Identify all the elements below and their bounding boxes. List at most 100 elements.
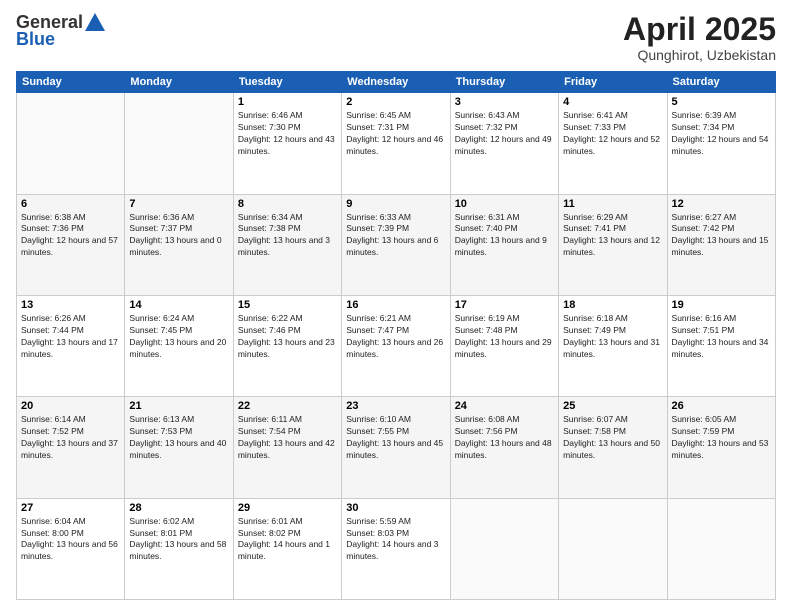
day-header-wednesday: Wednesday xyxy=(342,72,450,93)
day-info: Sunrise: 5:59 AMSunset: 8:03 PMDaylight:… xyxy=(346,516,445,564)
page: General Blue April 2025 Qunghirot, Uzbek… xyxy=(0,0,792,612)
day-header-tuesday: Tuesday xyxy=(233,72,341,93)
calendar-day-18: 18 Sunrise: 6:18 AMSunset: 7:49 PMDayligh… xyxy=(559,295,667,396)
day-number: 19 xyxy=(672,299,771,311)
calendar-day-15: 15Sunrise: 6:22 AMSunset: 7:46 PMDayligh… xyxy=(233,295,341,396)
calendar-empty-cell xyxy=(125,93,233,194)
day-info: Sunrise: 6:43 AMSunset: 7:32 PMDaylight:… xyxy=(455,110,554,158)
day-info: Sunrise: 6:21 AMSunset: 7:47 PMDaylight:… xyxy=(346,313,445,361)
day-info: Sunrise: 6:31 AMSunset: 7:40 PMDaylight:… xyxy=(455,212,554,260)
day-info: Sunrise: 6:45 AMSunset: 7:31 PMDaylight:… xyxy=(346,110,445,158)
day-info: Sunrise: 6:29 AMSunset: 7:41 PMDaylight:… xyxy=(563,212,662,260)
calendar-day-17: 17Sunrise: 6:19 AMSunset: 7:48 PMDayligh… xyxy=(450,295,558,396)
calendar-day-30: 30 Sunrise: 5:59 AMSunset: 8:03 PMDayligh… xyxy=(342,498,450,599)
calendar-day-6: 6 Sunrise: 6:38 AMSunset: 7:36 PMDaylight… xyxy=(17,194,125,295)
day-header-sunday: Sunday xyxy=(17,72,125,93)
day-info: Sunrise: 6:18 AMSunset: 7:49 PMDaylight:… xyxy=(563,313,662,361)
calendar-empty-cell xyxy=(559,498,667,599)
calendar-day-20: 20 Sunrise: 6:14 AMSunset: 7:52 PMDayligh… xyxy=(17,397,125,498)
day-number: 14 xyxy=(129,299,228,311)
day-info: Sunrise: 6:38 AMSunset: 7:36 PMDaylight:… xyxy=(21,212,120,260)
day-number: 8 xyxy=(238,198,337,210)
day-info: Sunrise: 6:36 AMSunset: 7:37 PMDaylight:… xyxy=(129,212,228,260)
calendar-week-row: 13 Sunrise: 6:26 AMSunset: 7:44 PMDayligh… xyxy=(17,295,776,396)
calendar-empty-cell xyxy=(450,498,558,599)
day-info: Sunrise: 6:39 AMSunset: 7:34 PMDaylight:… xyxy=(672,110,771,158)
day-number: 5 xyxy=(672,96,771,108)
day-number: 2 xyxy=(346,96,445,108)
calendar-day-12: 12 Sunrise: 6:27 AMSunset: 7:42 PMDayligh… xyxy=(667,194,775,295)
calendar-table: SundayMondayTuesdayWednesdayThursdayFrid… xyxy=(16,71,776,600)
calendar-day-13: 13 Sunrise: 6:26 AMSunset: 7:44 PMDayligh… xyxy=(17,295,125,396)
calendar-day-26: 26 Sunrise: 6:05 AMSunset: 7:59 PMDayligh… xyxy=(667,397,775,498)
day-number: 22 xyxy=(238,400,337,412)
title-block: April 2025 Qunghirot, Uzbekistan xyxy=(623,12,776,63)
month-year-title: April 2025 xyxy=(623,12,776,47)
day-info: Sunrise: 6:16 AMSunset: 7:51 PMDaylight:… xyxy=(672,313,771,361)
calendar-day-28: 28Sunrise: 6:02 AMSunset: 8:01 PMDayligh… xyxy=(125,498,233,599)
day-number: 12 xyxy=(672,198,771,210)
day-number: 4 xyxy=(563,96,662,108)
day-number: 29 xyxy=(238,502,337,514)
day-number: 11 xyxy=(563,198,662,210)
calendar-week-row: 27Sunrise: 6:04 AMSunset: 8:00 PMDayligh… xyxy=(17,498,776,599)
day-info: Sunrise: 6:46 AMSunset: 7:30 PMDaylight:… xyxy=(238,110,337,158)
day-number: 9 xyxy=(346,198,445,210)
day-number: 18 xyxy=(563,299,662,311)
calendar-day-4: 4 Sunrise: 6:41 AMSunset: 7:33 PMDaylight… xyxy=(559,93,667,194)
day-info: Sunrise: 6:13 AMSunset: 7:53 PMDaylight:… xyxy=(129,414,228,462)
calendar-week-row: 1Sunrise: 6:46 AMSunset: 7:30 PMDaylight… xyxy=(17,93,776,194)
day-number: 13 xyxy=(21,299,120,311)
day-number: 6 xyxy=(21,198,120,210)
day-info: Sunrise: 6:05 AMSunset: 7:59 PMDaylight:… xyxy=(672,414,771,462)
day-number: 10 xyxy=(455,198,554,210)
logo-icon xyxy=(85,13,105,31)
day-number: 21 xyxy=(129,400,228,412)
day-number: 25 xyxy=(563,400,662,412)
calendar-week-row: 20 Sunrise: 6:14 AMSunset: 7:52 PMDayligh… xyxy=(17,397,776,498)
calendar-day-10: 10 Sunrise: 6:31 AMSunset: 7:40 PMDayligh… xyxy=(450,194,558,295)
calendar-day-22: 22 Sunrise: 6:11 AMSunset: 7:54 PMDayligh… xyxy=(233,397,341,498)
day-number: 20 xyxy=(21,400,120,412)
day-info: Sunrise: 6:14 AMSunset: 7:52 PMDaylight:… xyxy=(21,414,120,462)
day-info: Sunrise: 6:34 AMSunset: 7:38 PMDaylight:… xyxy=(238,212,337,260)
calendar-day-23: 23Sunrise: 6:10 AMSunset: 7:55 PMDayligh… xyxy=(342,397,450,498)
calendar-empty-cell xyxy=(667,498,775,599)
day-info: Sunrise: 6:01 AMSunset: 8:02 PMDaylight:… xyxy=(238,516,337,564)
day-number: 7 xyxy=(129,198,228,210)
location-subtitle: Qunghirot, Uzbekistan xyxy=(623,47,776,63)
day-info: Sunrise: 6:07 AMSunset: 7:58 PMDaylight:… xyxy=(563,414,662,462)
calendar-day-8: 8 Sunrise: 6:34 AMSunset: 7:38 PMDaylight… xyxy=(233,194,341,295)
day-info: Sunrise: 6:41 AMSunset: 7:33 PMDaylight:… xyxy=(563,110,662,158)
day-header-saturday: Saturday xyxy=(667,72,775,93)
calendar-day-29: 29 Sunrise: 6:01 AMSunset: 8:02 PMDayligh… xyxy=(233,498,341,599)
calendar-day-11: 11 Sunrise: 6:29 AMSunset: 7:41 PMDayligh… xyxy=(559,194,667,295)
calendar-day-19: 19 Sunrise: 6:16 AMSunset: 7:51 PMDayligh… xyxy=(667,295,775,396)
calendar-day-5: 5 Sunrise: 6:39 AMSunset: 7:34 PMDaylight… xyxy=(667,93,775,194)
day-info: Sunrise: 6:08 AMSunset: 7:56 PMDaylight:… xyxy=(455,414,554,462)
calendar-day-24: 24 Sunrise: 6:08 AMSunset: 7:56 PMDayligh… xyxy=(450,397,558,498)
day-header-friday: Friday xyxy=(559,72,667,93)
day-info: Sunrise: 6:27 AMSunset: 7:42 PMDaylight:… xyxy=(672,212,771,260)
day-info: Sunrise: 6:24 AMSunset: 7:45 PMDaylight:… xyxy=(129,313,228,361)
calendar-day-3: 3Sunrise: 6:43 AMSunset: 7:32 PMDaylight… xyxy=(450,93,558,194)
calendar-day-25: 25 Sunrise: 6:07 AMSunset: 7:58 PMDayligh… xyxy=(559,397,667,498)
day-info: Sunrise: 6:02 AMSunset: 8:01 PMDaylight:… xyxy=(129,516,228,564)
calendar-day-21: 21 Sunrise: 6:13 AMSunset: 7:53 PMDayligh… xyxy=(125,397,233,498)
calendar-week-row: 6 Sunrise: 6:38 AMSunset: 7:36 PMDaylight… xyxy=(17,194,776,295)
calendar-empty-cell xyxy=(17,93,125,194)
day-number: 26 xyxy=(672,400,771,412)
day-number: 24 xyxy=(455,400,554,412)
calendar-day-7: 7 Sunrise: 6:36 AMSunset: 7:37 PMDaylight… xyxy=(125,194,233,295)
day-number: 30 xyxy=(346,502,445,514)
day-info: Sunrise: 6:26 AMSunset: 7:44 PMDaylight:… xyxy=(21,313,120,361)
day-header-thursday: Thursday xyxy=(450,72,558,93)
day-info: Sunrise: 6:10 AMSunset: 7:55 PMDaylight:… xyxy=(346,414,445,462)
header: General Blue April 2025 Qunghirot, Uzbek… xyxy=(16,12,776,63)
calendar-day-16: 16Sunrise: 6:21 AMSunset: 7:47 PMDayligh… xyxy=(342,295,450,396)
calendar-day-9: 9Sunrise: 6:33 AMSunset: 7:39 PMDaylight… xyxy=(342,194,450,295)
day-info: Sunrise: 6:22 AMSunset: 7:46 PMDaylight:… xyxy=(238,313,337,361)
day-number: 17 xyxy=(455,299,554,311)
day-info: Sunrise: 6:11 AMSunset: 7:54 PMDaylight:… xyxy=(238,414,337,462)
day-info: Sunrise: 6:04 AMSunset: 8:00 PMDaylight:… xyxy=(21,516,120,564)
